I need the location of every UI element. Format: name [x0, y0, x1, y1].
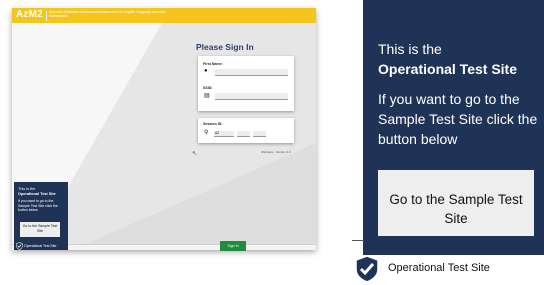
version-text: Windows - Version 4.0: [261, 150, 291, 154]
session-id-label: Session ID:: [203, 122, 223, 126]
go-to-sample-test-site-button[interactable]: Go to the Sample Test Site: [378, 170, 534, 236]
operational-site-panel-small: This is the Operational Test Site If you…: [14, 182, 68, 250]
sign-in-button[interactable]: Sign In: [220, 241, 246, 251]
ssid-field[interactable]: [215, 93, 288, 100]
user-icon: ●: [204, 68, 208, 74]
panel-line-2: Operational Test Site: [18, 192, 56, 196]
operational-site-panel: This is the Operational Test Site If you…: [363, 0, 544, 255]
id-card-icon: ▤: [204, 93, 210, 99]
header-bar: AzM2 Arizona's Statewide Achievement Ass…: [12, 8, 316, 23]
session-id-part-2[interactable]: [237, 131, 250, 137]
logo-divider: [46, 11, 47, 21]
credentials-card: First Name: ● SSID: ▤: [198, 56, 294, 111]
session-prefix: AZ: [215, 131, 220, 135]
first-name-label: First Name:: [203, 62, 223, 66]
panel-message: If you want to go to the Sample Test Sit…: [378, 91, 538, 147]
divider: [352, 240, 364, 241]
key-icon: ⚲: [204, 130, 209, 136]
operational-test-site-label: Operational Test Site: [388, 262, 490, 274]
panel-line-2: Operational Test Site: [378, 61, 517, 77]
first-name-field[interactable]: [215, 69, 288, 76]
go-to-sample-button-small[interactable]: Go to the Sample Test Site: [20, 222, 60, 237]
panel-line-1: This is the: [378, 41, 442, 57]
mouse-cursor-icon: ↖: [192, 151, 198, 157]
header-tagline: Arizona's Statewide Achievement Assessme…: [49, 10, 165, 18]
session-id-part-3[interactable]: [253, 131, 266, 137]
panel-footer: Operational Test Site: [24, 244, 57, 248]
session-id-part-1[interactable]: AZ: [214, 131, 234, 137]
panel-message: If you want to go to the Sample Test Sit…: [18, 199, 58, 213]
page-title: Please Sign In: [196, 42, 254, 52]
shield-check-icon: [355, 255, 379, 283]
session-card: Session ID: ⚲ AZ: [198, 118, 294, 143]
shield-check-icon: [16, 242, 23, 250]
azm2-logo: AzM2: [16, 9, 43, 20]
panel-line-1: This is the: [18, 187, 36, 191]
ssid-label: SSID:: [203, 86, 213, 90]
